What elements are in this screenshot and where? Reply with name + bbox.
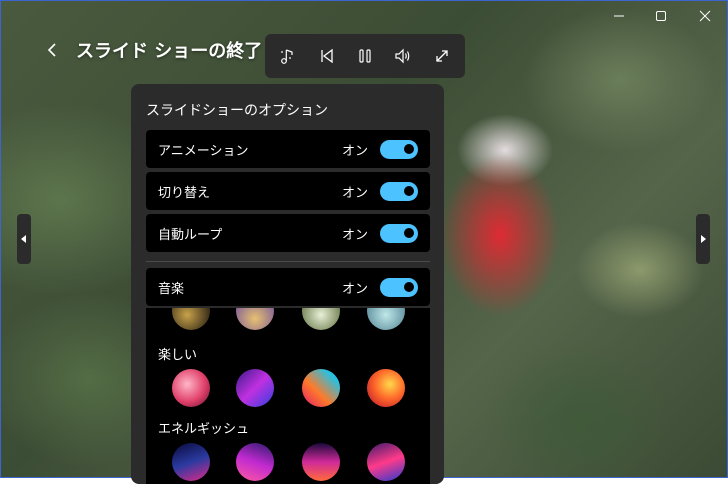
option-transition-row: 切り替え オン <box>146 172 430 210</box>
music-toggle[interactable] <box>380 277 418 297</box>
volume-icon[interactable] <box>385 38 421 74</box>
music-thumbnail[interactable] <box>172 308 210 330</box>
chevron-left-icon <box>46 36 66 64</box>
autoloop-toggle[interactable] <box>380 223 418 243</box>
music-thumbnail[interactable] <box>236 369 274 407</box>
slideshow-toolbar <box>265 34 465 78</box>
music-thumbnail[interactable] <box>172 443 210 481</box>
exit-slideshow-label: スライド ショーの終了 <box>76 41 263 62</box>
music-thumbnail[interactable] <box>367 443 405 481</box>
music-thumbnail[interactable] <box>236 443 274 481</box>
category-energetic-label: エネルギッシュ <box>158 422 250 437</box>
animation-toggle[interactable] <box>380 139 418 159</box>
option-state: オン <box>341 227 368 243</box>
exit-slideshow-button[interactable]: スライド ショーの終了 <box>46 36 262 64</box>
option-label: 切り替え <box>158 185 211 201</box>
toggle-knob <box>404 228 414 238</box>
option-animation-row: アニメーション オン <box>146 130 430 168</box>
caret-left-icon <box>21 235 26 243</box>
music-thumbnail[interactable] <box>172 369 210 407</box>
pause-icon[interactable] <box>347 38 383 74</box>
skip-back-icon[interactable] <box>309 38 345 74</box>
option-state: オン <box>341 143 368 159</box>
caret-right-icon <box>701 235 706 243</box>
option-label: 自動ループ <box>158 227 223 243</box>
music-thumbnail[interactable] <box>302 369 340 407</box>
music-thumbnail[interactable] <box>236 308 274 330</box>
panel-divider <box>146 261 430 262</box>
toggle-knob <box>404 282 414 292</box>
music-thumbnail[interactable] <box>302 308 340 330</box>
maximize-icon[interactable] <box>638 0 684 32</box>
transition-toggle[interactable] <box>380 181 418 201</box>
close-icon[interactable] <box>682 0 728 32</box>
minimize-icon[interactable] <box>596 0 642 32</box>
panel-title: スライドショーのオプション <box>146 103 328 119</box>
toggle-knob <box>404 186 414 196</box>
music-picker: 楽しい エネルギッシュ <box>146 308 430 484</box>
toggle-knob <box>404 144 414 154</box>
option-autoloop-row: 自動ループ オン <box>146 214 430 252</box>
music-thumbnail[interactable] <box>367 308 405 330</box>
option-state: オン <box>341 185 368 201</box>
music-row: 音楽 オン <box>146 268 430 306</box>
music-note-icon[interactable] <box>270 38 306 74</box>
category-fun-label: 楽しい <box>158 348 198 363</box>
music-state: オン <box>341 281 368 297</box>
previous-photo-button[interactable] <box>17 214 31 264</box>
slideshow-options-panel: スライドショーのオプション アニメーション オン 切り替え オン 自動ループ オ… <box>131 84 444 484</box>
music-label: 音楽 <box>158 281 185 297</box>
music-thumbnail[interactable] <box>302 443 340 481</box>
next-photo-button[interactable] <box>696 214 710 264</box>
music-thumbnail[interactable] <box>367 369 405 407</box>
option-label: アニメーション <box>158 143 249 159</box>
expand-icon[interactable] <box>424 38 460 74</box>
